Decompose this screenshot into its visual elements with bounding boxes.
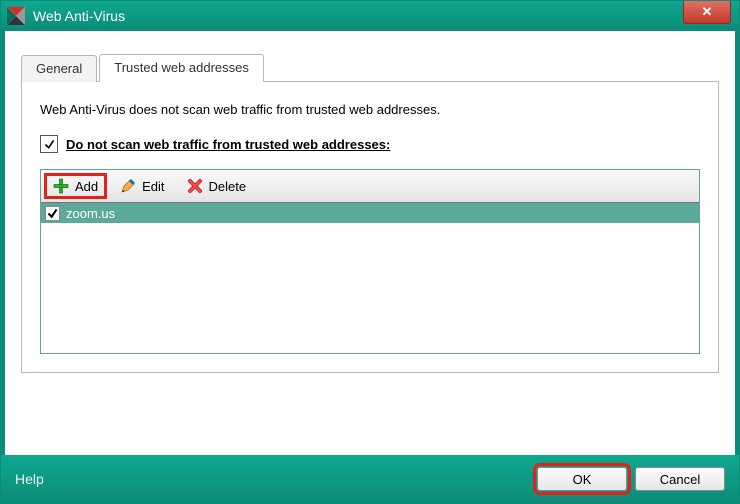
- edit-button[interactable]: Edit: [114, 176, 170, 196]
- plus-icon: [53, 178, 69, 194]
- tab-trusted-web-addresses[interactable]: Trusted web addresses: [99, 54, 264, 82]
- list-body[interactable]: zoom.us: [41, 203, 699, 353]
- titlebar: Web Anti-Virus ✕: [1, 1, 739, 31]
- close-icon: ✕: [702, 4, 713, 20]
- list-item[interactable]: zoom.us: [41, 203, 699, 223]
- ok-button[interactable]: OK: [537, 467, 627, 491]
- list-item-checkbox[interactable]: [45, 206, 60, 221]
- list-toolbar: Add Edit: [41, 170, 699, 203]
- check-icon: [46, 207, 59, 220]
- add-button[interactable]: Add: [47, 176, 104, 196]
- delete-label: Delete: [209, 179, 247, 194]
- close-button[interactable]: ✕: [683, 1, 731, 24]
- edit-label: Edit: [142, 179, 164, 194]
- check-icon: [43, 138, 56, 151]
- trusted-list: Add Edit: [40, 169, 700, 354]
- do-not-scan-checkbox[interactable]: [40, 135, 58, 153]
- tab-general[interactable]: General: [21, 55, 97, 82]
- trusted-panel: Web Anti-Virus does not scan web traffic…: [21, 82, 719, 373]
- footer: Help OK Cancel: [1, 455, 739, 503]
- tab-strip: General Trusted web addresses: [21, 53, 719, 82]
- help-link[interactable]: Help: [15, 471, 44, 487]
- pencil-icon: [120, 178, 136, 194]
- cancel-button[interactable]: Cancel: [635, 467, 725, 491]
- list-item-label: zoom.us: [66, 206, 115, 221]
- do-not-scan-row: Do not scan web traffic from trusted web…: [40, 135, 700, 153]
- panel-description: Web Anti-Virus does not scan web traffic…: [40, 102, 700, 117]
- web-antivirus-window: Web Anti-Virus ✕ General Trusted web add…: [0, 0, 740, 504]
- delete-button[interactable]: Delete: [181, 176, 253, 196]
- do-not-scan-label: Do not scan web traffic from trusted web…: [66, 137, 390, 152]
- delete-x-icon: [187, 178, 203, 194]
- app-icon: [7, 7, 25, 25]
- add-label: Add: [75, 179, 98, 194]
- window-title: Web Anti-Virus: [33, 8, 125, 24]
- content-area: General Trusted web addresses Web Anti-V…: [5, 31, 735, 455]
